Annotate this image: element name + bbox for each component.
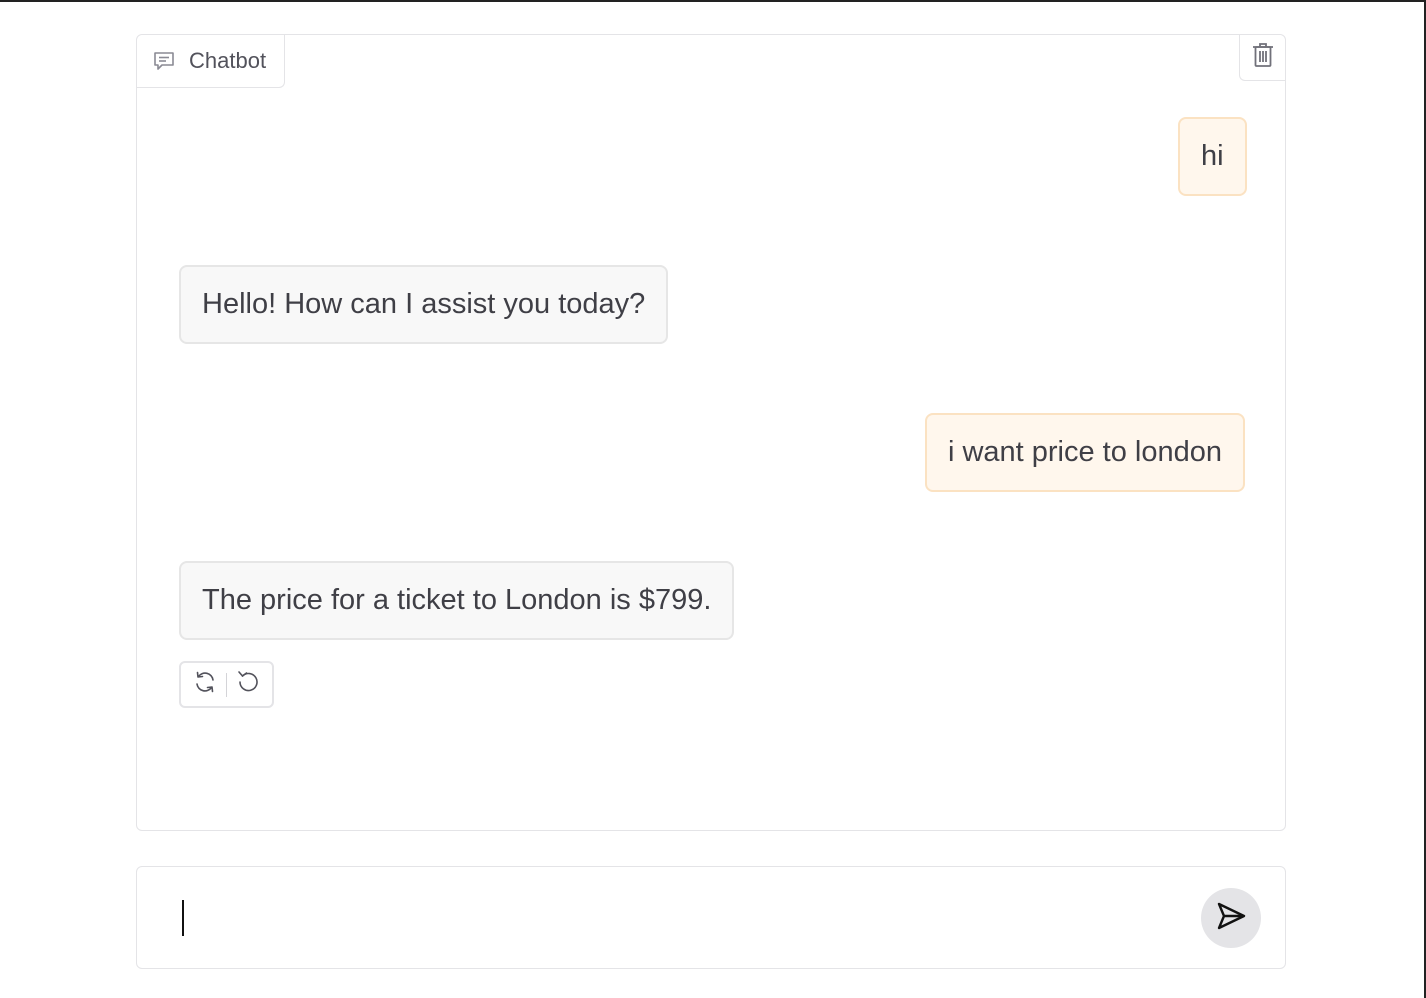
chatbot-label: Chatbot: [137, 35, 286, 88]
trash-icon: [1252, 42, 1274, 73]
user-message: i want price to london: [924, 413, 1245, 492]
message-input-panel: [136, 866, 1286, 969]
message-text: Hello! How can I assist you today?: [202, 288, 646, 320]
bot-message: Hello! How can I assist you today?: [179, 265, 669, 344]
window-top-border: [0, 0, 1426, 2]
chatbot-panel: Chatbot hi Hello! How can I assist you t…: [136, 34, 1286, 831]
user-message: hi: [1178, 117, 1247, 196]
undo-button[interactable]: [231, 668, 265, 702]
message-actions: [179, 661, 274, 708]
message-text: i want price to london: [947, 436, 1222, 468]
undo-icon: [235, 669, 261, 700]
bot-message: The price for a ticket to London is $799…: [179, 561, 735, 640]
chat-bubble-icon: [153, 51, 175, 71]
chatbot-label-text: Chatbot: [189, 48, 267, 73]
retry-button[interactable]: [188, 668, 222, 702]
refresh-icon: [193, 670, 217, 699]
action-divider: [226, 672, 227, 697]
send-icon: [1215, 900, 1247, 937]
send-button[interactable]: [1201, 888, 1261, 948]
message-text: hi: [1201, 140, 1224, 172]
message-input[interactable]: [167, 891, 1167, 941]
message-text: The price for a ticket to London is $799…: [202, 584, 712, 616]
clear-chat-button[interactable]: [1239, 35, 1285, 81]
text-caret: [182, 900, 184, 936]
